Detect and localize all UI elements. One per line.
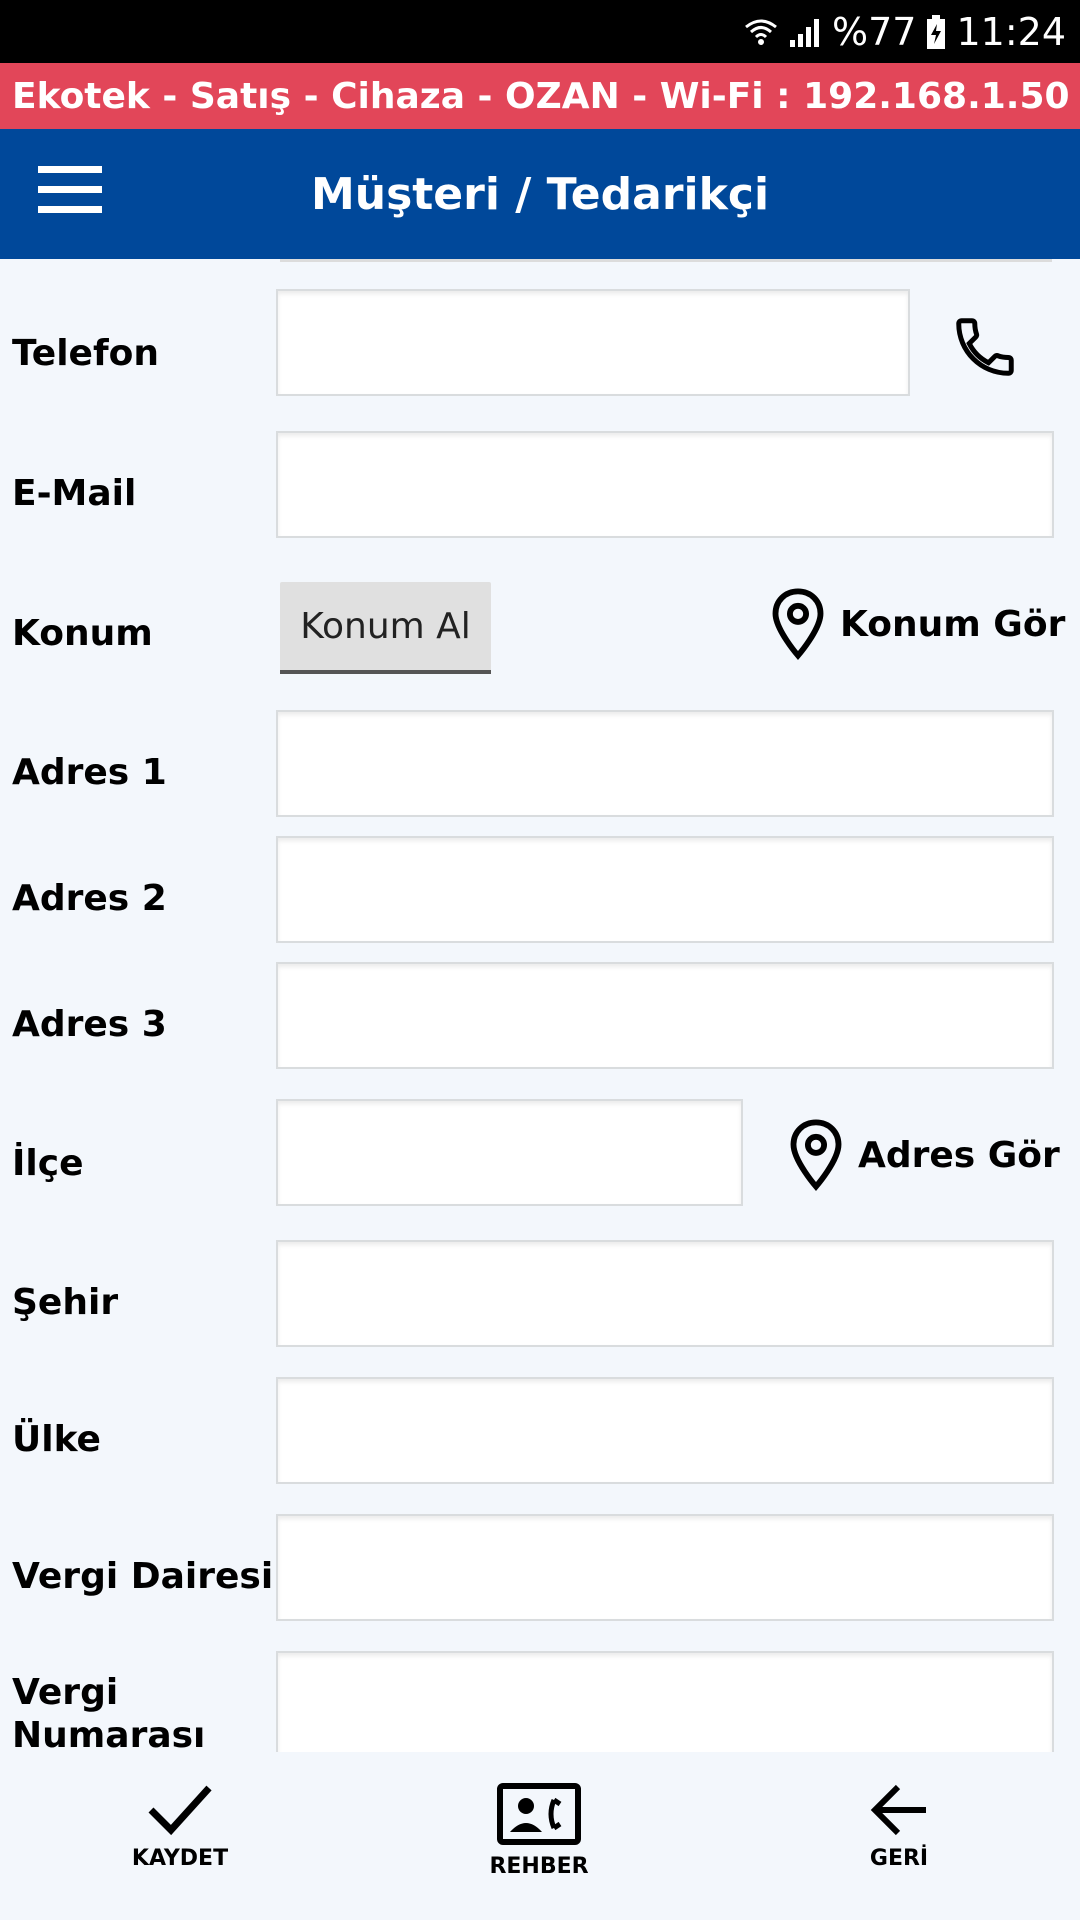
checkmark-icon — [148, 1785, 212, 1836]
adres3-label: Adres 3 — [12, 1004, 167, 1045]
vergi-numarasi-label-line2: Numarası — [12, 1715, 206, 1752]
kaydet-button[interactable]: KAYDET — [80, 1752, 280, 1920]
location-pin-icon — [772, 588, 824, 660]
email-field[interactable] — [276, 431, 1054, 538]
geri-label: GERİ — [869, 1846, 929, 1871]
sehir-field[interactable] — [276, 1240, 1054, 1347]
location-pin-icon — [790, 1119, 842, 1191]
battery-percent: %77 — [832, 9, 917, 54]
adres1-field[interactable] — [276, 710, 1054, 817]
signal-icon — [790, 18, 820, 47]
adres3-field[interactable] — [276, 962, 1054, 1069]
adres-gor-label: Adres Gör — [858, 1134, 1060, 1176]
vergi-numarasi-label: Vergi Numarası — [12, 1671, 205, 1752]
konum-gor-button[interactable]: Konum Gör — [770, 588, 1065, 660]
konum-al-button[interactable]: Konum Al — [280, 582, 491, 674]
ulke-label: Ülke — [12, 1419, 101, 1460]
status-icons: %77 11:24 — [744, 0, 1066, 63]
hamburger-menu-icon[interactable] — [38, 166, 102, 222]
adres2-label: Adres 2 — [12, 878, 167, 919]
battery-charging-icon — [927, 14, 946, 49]
vergi-dairesi-field[interactable] — [276, 1514, 1054, 1621]
ilce-label: İlçe — [12, 1143, 84, 1184]
adres2-field[interactable] — [276, 836, 1054, 943]
divider — [280, 259, 1052, 262]
clock: 11:24 — [956, 9, 1066, 54]
telefon-label: Telefon — [12, 333, 159, 374]
vergi-numarasi-field[interactable] — [276, 1651, 1054, 1752]
geri-button[interactable]: GERİ — [799, 1752, 999, 1920]
sehir-label: Şehir — [12, 1282, 119, 1323]
connection-info-bar: Ekotek - Satış - Cihaza - OZAN - Wi-Fi :… — [0, 63, 1080, 129]
vergi-dairesi-label: Vergi Dairesi — [12, 1556, 274, 1597]
adres1-label: Adres 1 — [12, 752, 167, 793]
email-label: E-Mail — [12, 473, 137, 514]
status-bar: %77 11:24 — [0, 0, 1080, 63]
vergi-numarasi-label-line1: Vergi — [12, 1672, 119, 1713]
phone-icon[interactable] — [950, 312, 1020, 382]
back-arrow-icon — [870, 1784, 926, 1836]
telefon-field[interactable] — [276, 289, 910, 396]
ulke-field[interactable] — [276, 1377, 1054, 1484]
bottom-navigation: KAYDET REHBER GERİ — [0, 1752, 1080, 1920]
ilce-field[interactable] — [276, 1099, 743, 1206]
rehber-button[interactable]: REHBER — [439, 1752, 639, 1920]
kaydet-label: KAYDET — [131, 1846, 229, 1871]
app-bar: Müşteri / Tedarikçi — [0, 129, 1080, 259]
konum-label: Konum — [12, 613, 153, 654]
page-title: Müşteri / Tedarikçi — [310, 168, 770, 220]
konum-gor-label: Konum Gör — [840, 603, 1066, 645]
contacts-book-icon — [497, 1783, 581, 1845]
customer-form: Telefon E-Mail Konum Konum Al Konum Gör … — [0, 259, 1080, 1752]
rehber-label: REHBER — [489, 1854, 589, 1879]
adres-gor-button[interactable]: Adres Gör — [788, 1119, 1060, 1191]
wifi-icon — [745, 19, 777, 45]
